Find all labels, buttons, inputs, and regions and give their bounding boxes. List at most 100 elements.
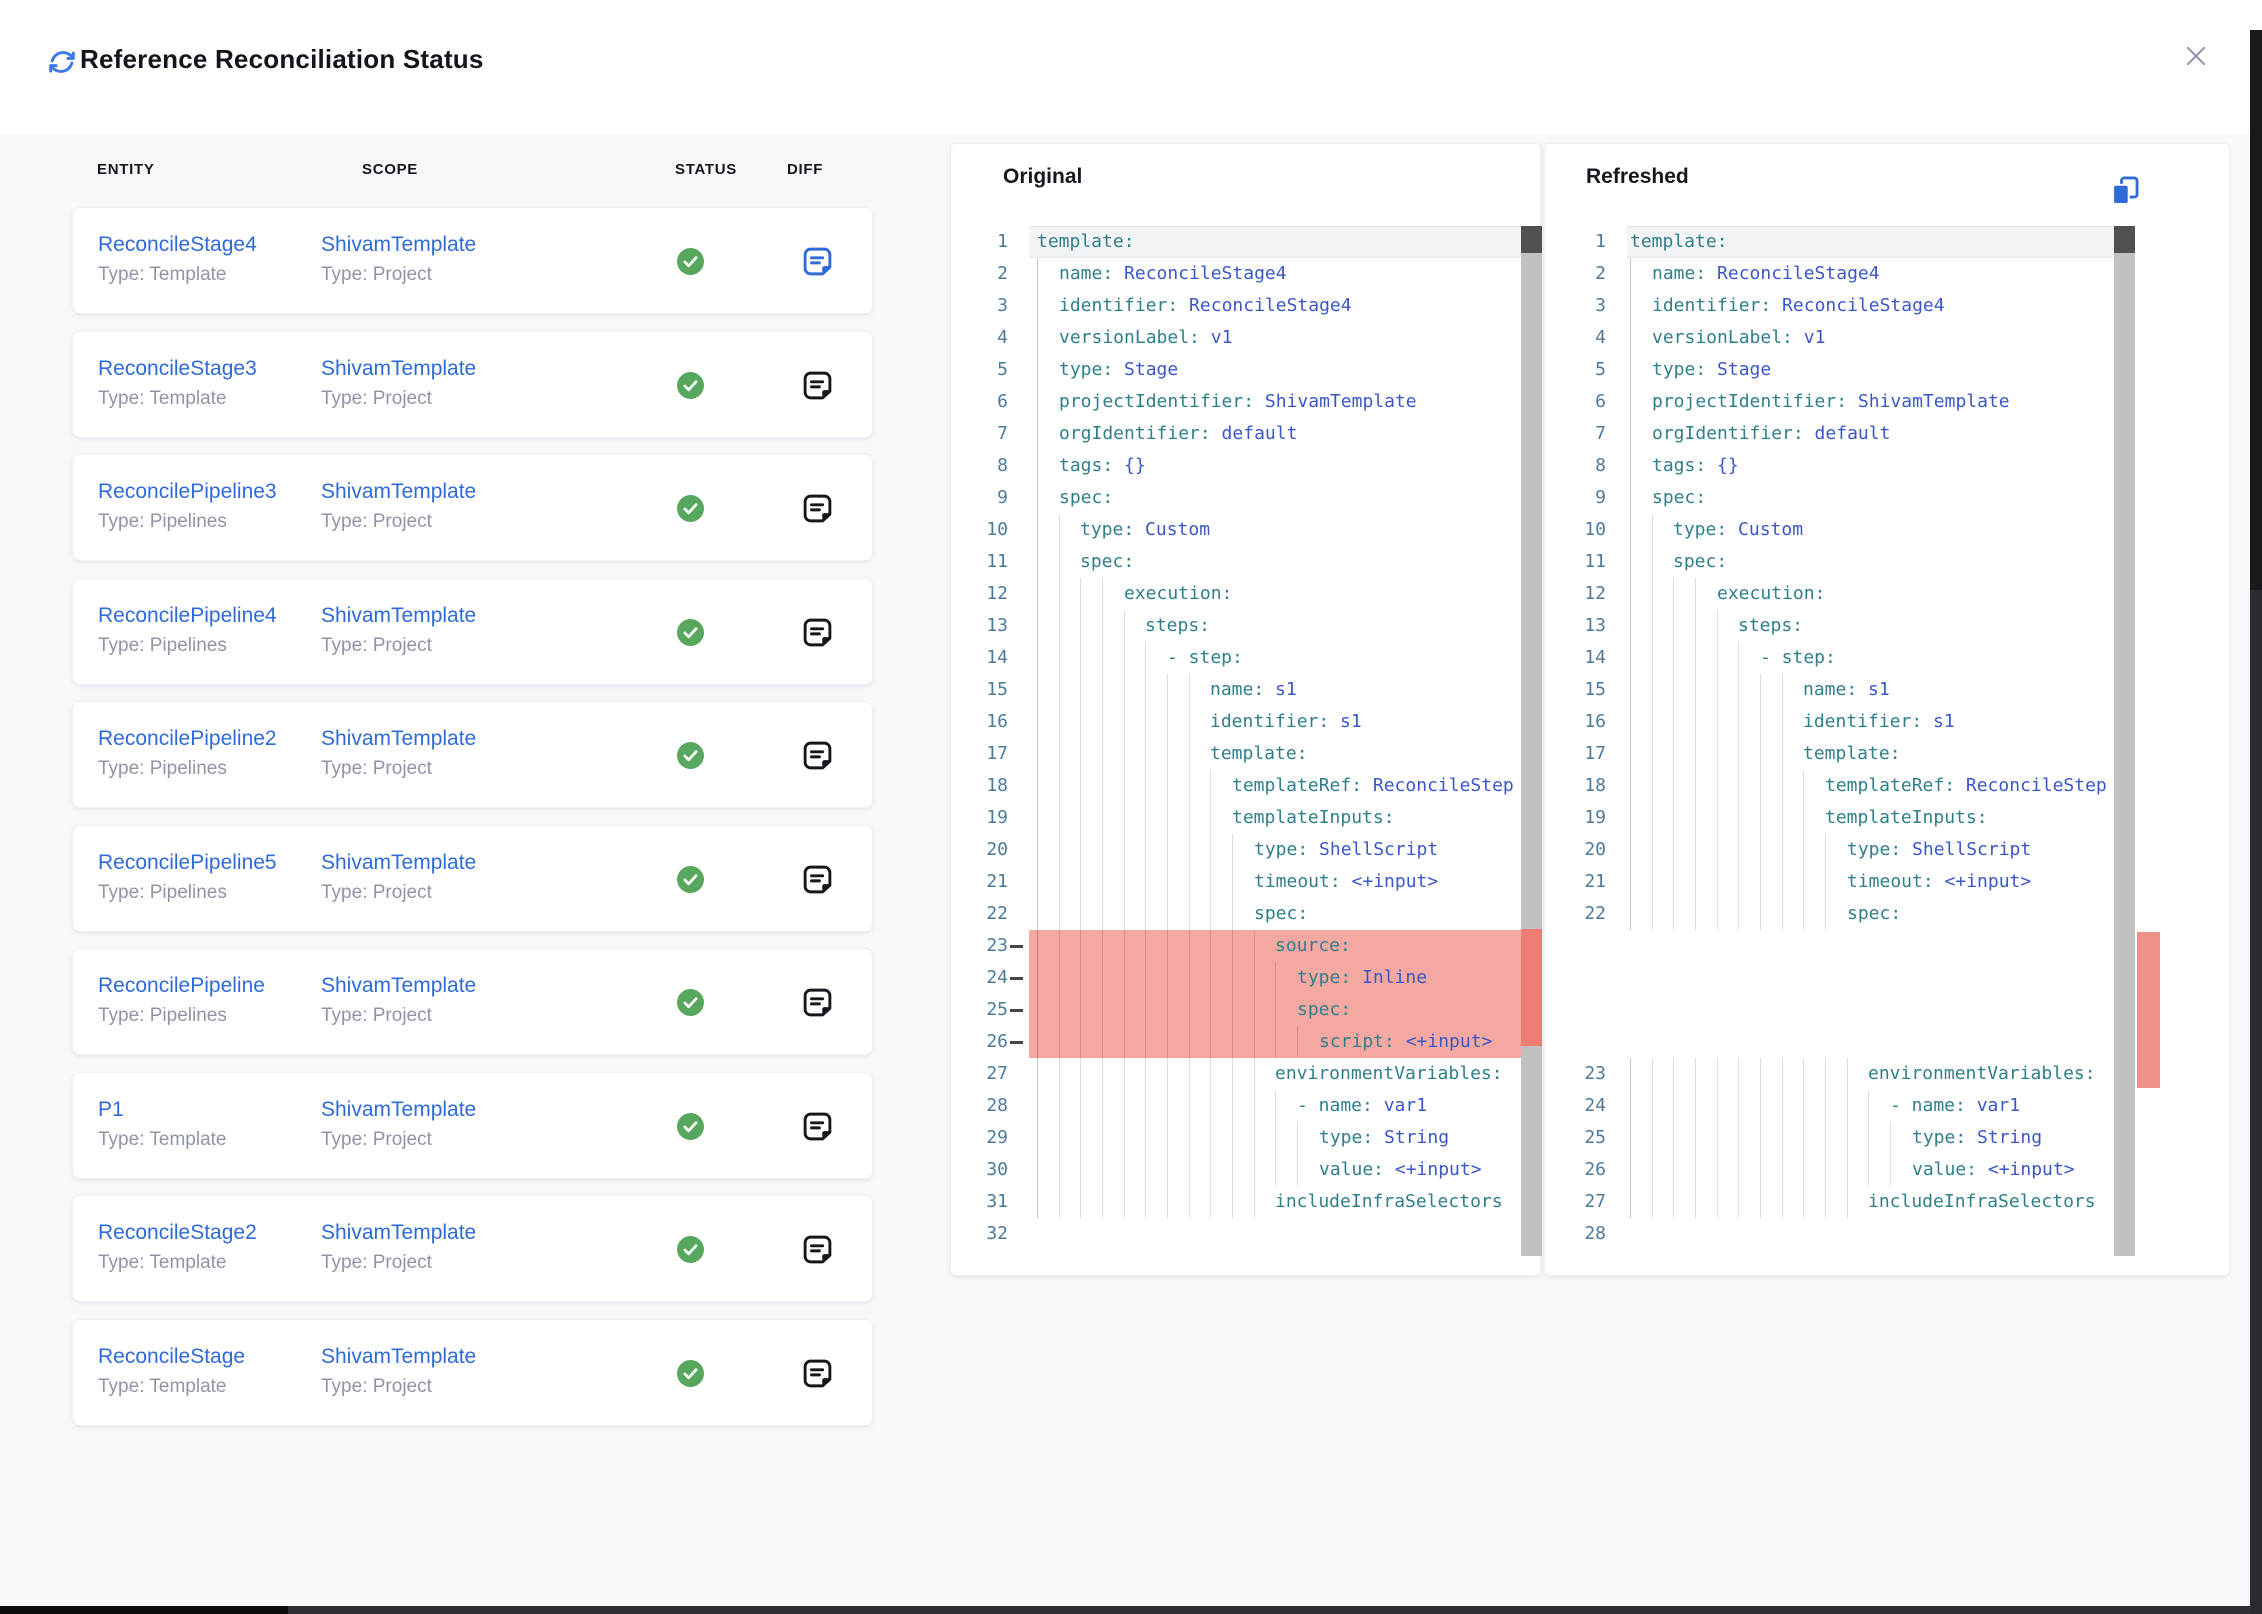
scope-link[interactable]: ShivamTemplate xyxy=(321,851,476,875)
line-number: 10 xyxy=(1545,514,1606,546)
scope-link[interactable]: ShivamTemplate xyxy=(321,233,476,257)
diff-overview-marker xyxy=(2137,932,2160,1088)
scope-link[interactable]: ShivamTemplate xyxy=(321,727,476,751)
code-line: 21timeout: <+input> xyxy=(951,866,1540,898)
diff-icon[interactable] xyxy=(801,863,834,896)
entity-type-label: Type: Pipelines xyxy=(98,511,227,533)
line-number: 4 xyxy=(951,322,1008,354)
table-row: ReconcileStageType: TemplateShivamTempla… xyxy=(72,1319,873,1426)
entity-link[interactable]: P1 xyxy=(98,1098,124,1122)
status-success-icon xyxy=(677,1113,704,1140)
line-number: 3 xyxy=(1545,290,1606,322)
line-number: 13 xyxy=(1545,610,1606,642)
refreshed-panel-title: Refreshed xyxy=(1586,165,1689,189)
code-line: 25spec: xyxy=(951,994,1540,1026)
diff-icon[interactable] xyxy=(801,369,834,402)
code-line: 7orgIdentifier: default xyxy=(951,418,1540,450)
line-number: 10 xyxy=(951,514,1008,546)
diff-icon[interactable] xyxy=(801,739,834,772)
code-line: 5type: Stage xyxy=(951,354,1540,386)
line-number: 2 xyxy=(951,258,1008,290)
scope-link[interactable]: ShivamTemplate xyxy=(321,1345,476,1369)
code-line: 2name: ReconcileStage4 xyxy=(951,258,1540,290)
status-success-icon xyxy=(677,742,704,769)
code-line: 12execution: xyxy=(951,578,1540,610)
code-line: 18templateRef: ReconcileStep xyxy=(951,770,1540,802)
original-vertical-scrollbar[interactable] xyxy=(1521,226,1542,1256)
window-horizontal-scrollbar[interactable] xyxy=(0,1606,2262,1614)
code-line: 13steps: xyxy=(951,610,1540,642)
line-number: 27 xyxy=(951,1058,1008,1090)
line-number: 11 xyxy=(1545,546,1606,578)
column-header-diff: DIFF xyxy=(787,161,823,178)
line-number: 17 xyxy=(1545,738,1606,770)
status-success-icon xyxy=(677,1360,704,1387)
code-line: 29type: String xyxy=(951,1122,1540,1154)
diff-icon[interactable] xyxy=(801,245,834,278)
line-number: 13 xyxy=(951,610,1008,642)
refreshed-vertical-scrollbar[interactable] xyxy=(2114,226,2135,1256)
code-line: 32 xyxy=(951,1218,1540,1250)
line-number: 9 xyxy=(951,482,1008,514)
line-number: 22 xyxy=(1545,898,1606,930)
line-number: 24 xyxy=(951,962,1008,994)
line-number: 31 xyxy=(951,1186,1008,1218)
code-line: 23source: xyxy=(951,930,1540,962)
code-line: 3identifier: ReconcileStage4 xyxy=(951,290,1540,322)
line-number: 8 xyxy=(951,450,1008,482)
line-number: 21 xyxy=(951,866,1008,898)
line-number: 17 xyxy=(951,738,1008,770)
diff-icon[interactable] xyxy=(801,1357,834,1390)
code-line: 8tags: {} xyxy=(951,450,1540,482)
line-number: 9 xyxy=(1545,482,1606,514)
entity-link[interactable]: ReconcileStage4 xyxy=(98,233,257,257)
entity-link[interactable]: ReconcilePipeline5 xyxy=(98,851,277,875)
copy-icon[interactable] xyxy=(2108,174,2142,208)
window-horizontal-scrollbar-thumb[interactable] xyxy=(0,1606,288,1614)
entity-link[interactable]: ReconcileStage xyxy=(98,1345,245,1369)
entity-type-label: Type: Pipelines xyxy=(98,635,227,657)
close-icon[interactable] xyxy=(2182,42,2210,70)
line-number: 23 xyxy=(1545,1058,1606,1090)
diff-icon[interactable] xyxy=(801,986,834,1019)
entity-type-label: Type: Template xyxy=(98,1129,227,1151)
entity-link[interactable]: ReconcilePipeline3 xyxy=(98,480,277,504)
scope-link[interactable]: ShivamTemplate xyxy=(321,1098,476,1122)
status-success-icon xyxy=(677,248,704,275)
scope-type-label: Type: Project xyxy=(321,1005,432,1027)
original-code-area[interactable]: 1template:2name: ReconcileStage43identif… xyxy=(951,226,1540,1256)
diff-icon[interactable] xyxy=(801,1110,834,1143)
scope-type-label: Type: Project xyxy=(321,511,432,533)
entity-link[interactable]: ReconcilePipeline4 xyxy=(98,604,277,628)
line-number: 26 xyxy=(1545,1154,1606,1186)
line-number: 16 xyxy=(951,706,1008,738)
entity-type-label: Type: Template xyxy=(98,1252,227,1274)
scope-type-label: Type: Project xyxy=(321,882,432,904)
diff-icon[interactable] xyxy=(801,1233,834,1266)
status-success-icon xyxy=(677,989,704,1016)
line-number: 19 xyxy=(1545,802,1606,834)
window-vertical-scrollbar-thumb[interactable] xyxy=(2250,30,2262,590)
scope-link[interactable]: ShivamTemplate xyxy=(321,1221,476,1245)
scope-link[interactable]: ShivamTemplate xyxy=(321,604,476,628)
line-number: 12 xyxy=(1545,578,1606,610)
diff-icon[interactable] xyxy=(801,492,834,525)
removed-line-marker xyxy=(1010,1041,1023,1044)
scope-type-label: Type: Project xyxy=(321,1376,432,1398)
table-row: ReconcileStage2 Type: Template ShivamTempl… xyxy=(72,1195,873,1302)
diff-icon[interactable] xyxy=(801,616,834,649)
scope-link[interactable]: ShivamTemplate xyxy=(321,974,476,998)
line-number: 7 xyxy=(951,418,1008,450)
table-row: ReconcilePipeline2Type: PipelinesShivamT… xyxy=(72,701,873,808)
scope-link[interactable]: ShivamTemplate xyxy=(321,357,476,381)
entity-link[interactable]: ReconcileStage3 xyxy=(98,357,257,381)
entity-link[interactable]: ReconcilePipeline2 xyxy=(98,727,277,751)
refresh-icon[interactable] xyxy=(46,46,78,78)
entity-link[interactable]: ReconcileStage2 xyxy=(98,1221,257,1245)
line-number: 1 xyxy=(951,226,1008,258)
line-number: 24 xyxy=(1545,1090,1606,1122)
line-number: 6 xyxy=(1545,386,1606,418)
entity-link[interactable]: ReconcilePipeline xyxy=(98,974,265,998)
line-number: 27 xyxy=(1545,1186,1606,1218)
scope-link[interactable]: ShivamTemplate xyxy=(321,480,476,504)
